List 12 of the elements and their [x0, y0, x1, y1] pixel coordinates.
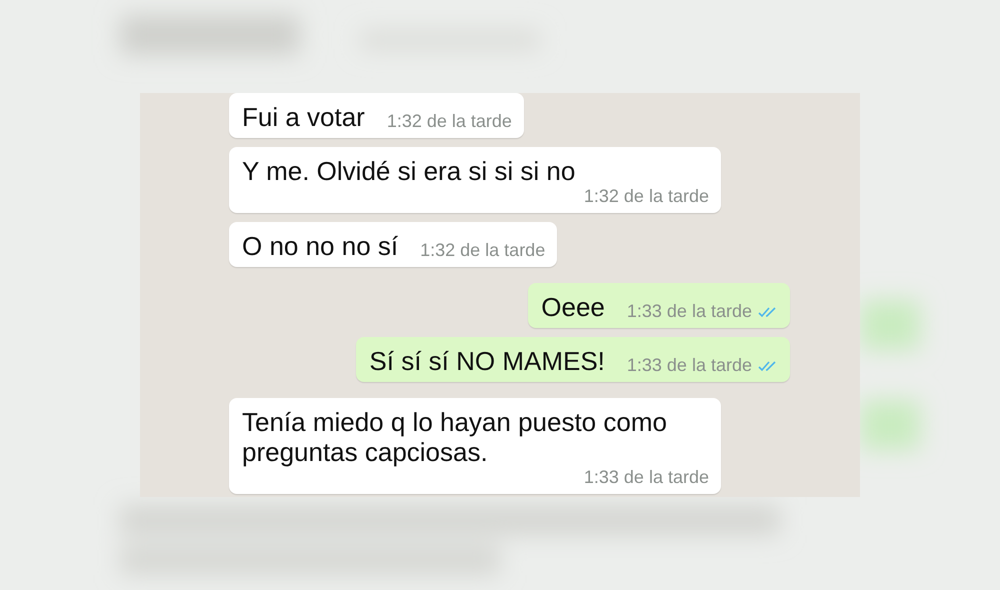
message-time: 1:32 de la tarde — [420, 240, 546, 261]
message-time: 1:32 de la tarde — [584, 186, 709, 207]
message-time: 1:32 de la tarde — [386, 111, 512, 132]
message-time: 1:33 de la tarde — [584, 467, 709, 488]
message-text: Oeee — [541, 292, 605, 322]
message-text: Tenía miedo q lo hayan puesto como preguntas capciosas. — [242, 407, 668, 467]
message-text: O no no no sí — [242, 231, 398, 261]
message-text: Sí sí sí NO MAMES! — [369, 346, 605, 376]
message-text: Y me. Olvidé si era si si si no — [242, 156, 576, 186]
message-time: 1:33 de la tarde — [626, 301, 752, 322]
message-text: Fui a votar — [242, 102, 365, 132]
message-time: 1:33 de la tarde — [626, 355, 752, 376]
